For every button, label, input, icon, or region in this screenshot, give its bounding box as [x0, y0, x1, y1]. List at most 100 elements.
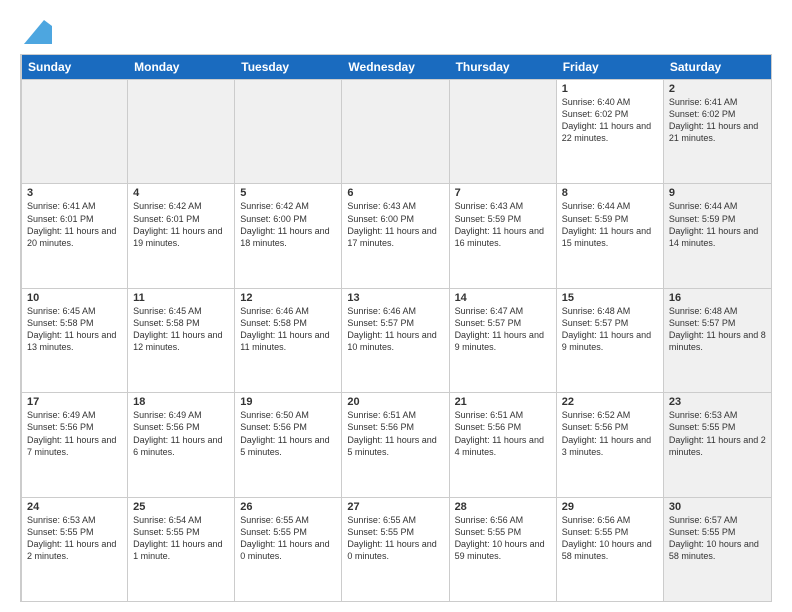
- calendar: SundayMondayTuesdayWednesdayThursdayFrid…: [20, 54, 772, 602]
- day-info: Sunrise: 6:42 AM Sunset: 6:01 PM Dayligh…: [133, 201, 222, 247]
- header-day-tuesday: Tuesday: [235, 55, 342, 79]
- calendar-body: 1 Sunrise: 6:40 AM Sunset: 6:02 PM Daylig…: [20, 79, 772, 602]
- cal-cell: 1 Sunrise: 6:40 AM Sunset: 6:02 PM Daylig…: [557, 80, 664, 183]
- day-number: 3: [27, 187, 122, 199]
- cal-cell: 27 Sunrise: 6:55 AM Sunset: 5:55 PM Dayli…: [342, 498, 449, 601]
- cal-cell: 13 Sunrise: 6:46 AM Sunset: 5:57 PM Dayli…: [342, 289, 449, 392]
- day-number: 12: [240, 292, 336, 304]
- day-number: 15: [562, 292, 658, 304]
- day-info: Sunrise: 6:40 AM Sunset: 6:02 PM Dayligh…: [562, 97, 651, 143]
- day-info: Sunrise: 6:57 AM Sunset: 5:55 PM Dayligh…: [669, 515, 759, 561]
- cal-cell: 8 Sunrise: 6:44 AM Sunset: 5:59 PM Daylig…: [557, 184, 664, 287]
- day-number: 1: [562, 83, 658, 95]
- day-info: Sunrise: 6:43 AM Sunset: 6:00 PM Dayligh…: [347, 201, 436, 247]
- day-info: Sunrise: 6:46 AM Sunset: 5:57 PM Dayligh…: [347, 306, 436, 352]
- day-number: 4: [133, 187, 229, 199]
- day-info: Sunrise: 6:51 AM Sunset: 5:56 PM Dayligh…: [455, 410, 544, 456]
- cal-cell: 7 Sunrise: 6:43 AM Sunset: 5:59 PM Daylig…: [450, 184, 557, 287]
- cal-cell: 14Sunrise: 6:47 AM Sunset: 5:57 PM Dayli…: [450, 289, 557, 392]
- day-info: Sunrise: 6:41 AM Sunset: 6:02 PM Dayligh…: [669, 97, 758, 143]
- day-number: 24: [27, 501, 122, 513]
- cal-cell: [128, 80, 235, 183]
- week-row-5: 24 Sunrise: 6:53 AM Sunset: 5:55 PM Dayli…: [21, 498, 771, 601]
- header: [20, 16, 772, 44]
- day-number: 17: [27, 396, 122, 408]
- cal-cell: 29 Sunrise: 6:56 AM Sunset: 5:55 PM Dayli…: [557, 498, 664, 601]
- cal-cell: 19 Sunrise: 6:50 AM Sunset: 5:56 PM Dayli…: [235, 393, 342, 496]
- header-day-monday: Monday: [128, 55, 235, 79]
- day-number: 29: [562, 501, 658, 513]
- day-info: Sunrise: 6:48 AM Sunset: 5:57 PM Dayligh…: [669, 306, 766, 352]
- day-info: Sunrise: 6:44 AM Sunset: 5:59 PM Dayligh…: [562, 201, 651, 247]
- day-number: 8: [562, 187, 658, 199]
- day-info: Sunrise: 6:56 AM Sunset: 5:55 PM Dayligh…: [562, 515, 652, 561]
- day-number: 30: [669, 501, 766, 513]
- day-info: Sunrise: 6:55 AM Sunset: 5:55 PM Dayligh…: [347, 515, 436, 561]
- cal-cell: 5 Sunrise: 6:42 AM Sunset: 6:00 PM Daylig…: [235, 184, 342, 287]
- cal-cell: [21, 80, 128, 183]
- day-number: 23: [669, 396, 766, 408]
- cal-cell: [450, 80, 557, 183]
- header-day-saturday: Saturday: [664, 55, 771, 79]
- page: SundayMondayTuesdayWednesdayThursdayFrid…: [0, 0, 792, 612]
- cal-cell: 21 Sunrise: 6:51 AM Sunset: 5:56 PM Dayli…: [450, 393, 557, 496]
- day-info: Sunrise: 6:50 AM Sunset: 5:56 PM Dayligh…: [240, 410, 329, 456]
- cal-cell: 15 Sunrise: 6:48 AM Sunset: 5:57 PM Dayli…: [557, 289, 664, 392]
- day-number: 16: [669, 292, 766, 304]
- day-info: Sunrise: 6:51 AM Sunset: 5:56 PM Dayligh…: [347, 410, 436, 456]
- cal-cell: 23 Sunrise: 6:53 AM Sunset: 5:55 PM Dayli…: [664, 393, 771, 496]
- cal-cell: 3 Sunrise: 6:41 AM Sunset: 6:01 PM Daylig…: [21, 184, 128, 287]
- cal-cell: 16 Sunrise: 6:48 AM Sunset: 5:57 PM Dayli…: [664, 289, 771, 392]
- header-day-sunday: Sunday: [21, 55, 128, 79]
- day-info: Sunrise: 6:44 AM Sunset: 5:59 PM Dayligh…: [669, 201, 758, 247]
- day-number: 25: [133, 501, 229, 513]
- day-info: Sunrise: 6:53 AM Sunset: 5:55 PM Dayligh…: [669, 410, 766, 456]
- day-number: 20: [347, 396, 443, 408]
- day-number: 11: [133, 292, 229, 304]
- cal-cell: 17 Sunrise: 6:49 AM Sunset: 5:56 PM Dayli…: [21, 393, 128, 496]
- day-info: Sunrise: 6:55 AM Sunset: 5:55 PM Dayligh…: [240, 515, 329, 561]
- calendar-header: SundayMondayTuesdayWednesdayThursdayFrid…: [20, 54, 772, 79]
- cal-cell: 11 Sunrise: 6:45 AM Sunset: 5:58 PM Dayli…: [128, 289, 235, 392]
- day-number: 13: [347, 292, 443, 304]
- day-info: Sunrise: 6:46 AM Sunset: 5:58 PM Dayligh…: [240, 306, 329, 352]
- day-info: Sunrise: 6:49 AM Sunset: 5:56 PM Dayligh…: [27, 410, 116, 456]
- cal-cell: 24 Sunrise: 6:53 AM Sunset: 5:55 PM Dayli…: [21, 498, 128, 601]
- day-number: 7: [455, 187, 551, 199]
- day-number: 27: [347, 501, 443, 513]
- day-info: Sunrise: 6:49 AM Sunset: 5:56 PM Dayligh…: [133, 410, 222, 456]
- day-number: 19: [240, 396, 336, 408]
- day-number: 6: [347, 187, 443, 199]
- cal-cell: 18 Sunrise: 6:49 AM Sunset: 5:56 PM Dayli…: [128, 393, 235, 496]
- week-row-4: 17 Sunrise: 6:49 AM Sunset: 5:56 PM Dayli…: [21, 393, 771, 497]
- day-number: 28: [455, 501, 551, 513]
- day-info: Sunrise: 6:42 AM Sunset: 6:00 PM Dayligh…: [240, 201, 329, 247]
- day-info: Sunrise: 6:41 AM Sunset: 6:01 PM Dayligh…: [27, 201, 116, 247]
- cal-cell: 6 Sunrise: 6:43 AM Sunset: 6:00 PM Daylig…: [342, 184, 449, 287]
- day-number: 10: [27, 292, 122, 304]
- cal-cell: 28 Sunrise: 6:56 AM Sunset: 5:55 PM Dayli…: [450, 498, 557, 601]
- week-row-1: 1 Sunrise: 6:40 AM Sunset: 6:02 PM Daylig…: [21, 80, 771, 184]
- cal-cell: [342, 80, 449, 183]
- cal-cell: 9Sunrise: 6:44 AM Sunset: 5:59 PM Daylig…: [664, 184, 771, 287]
- day-number: 18: [133, 396, 229, 408]
- day-number: 21: [455, 396, 551, 408]
- cal-cell: 10 Sunrise: 6:45 AM Sunset: 5:58 PM Dayli…: [21, 289, 128, 392]
- day-number: 5: [240, 187, 336, 199]
- cal-cell: 4 Sunrise: 6:42 AM Sunset: 6:01 PM Daylig…: [128, 184, 235, 287]
- week-row-3: 10 Sunrise: 6:45 AM Sunset: 5:58 PM Dayli…: [21, 289, 771, 393]
- day-number: 22: [562, 396, 658, 408]
- day-info: Sunrise: 6:56 AM Sunset: 5:55 PM Dayligh…: [455, 515, 545, 561]
- cal-cell: 30 Sunrise: 6:57 AM Sunset: 5:55 PM Dayli…: [664, 498, 771, 601]
- day-info: Sunrise: 6:45 AM Sunset: 5:58 PM Dayligh…: [133, 306, 222, 352]
- cal-cell: 22Sunrise: 6:52 AM Sunset: 5:56 PM Dayli…: [557, 393, 664, 496]
- day-info: Sunrise: 6:43 AM Sunset: 5:59 PM Dayligh…: [455, 201, 544, 247]
- day-number: 26: [240, 501, 336, 513]
- cal-cell: 12 Sunrise: 6:46 AM Sunset: 5:58 PM Dayli…: [235, 289, 342, 392]
- cal-cell: 25Sunrise: 6:54 AM Sunset: 5:55 PM Dayli…: [128, 498, 235, 601]
- day-info: Sunrise: 6:45 AM Sunset: 5:58 PM Dayligh…: [27, 306, 116, 352]
- cal-cell: 2Sunrise: 6:41 AM Sunset: 6:02 PM Daylig…: [664, 80, 771, 183]
- day-info: Sunrise: 6:53 AM Sunset: 5:55 PM Dayligh…: [27, 515, 116, 561]
- header-day-thursday: Thursday: [450, 55, 557, 79]
- day-info: Sunrise: 6:48 AM Sunset: 5:57 PM Dayligh…: [562, 306, 651, 352]
